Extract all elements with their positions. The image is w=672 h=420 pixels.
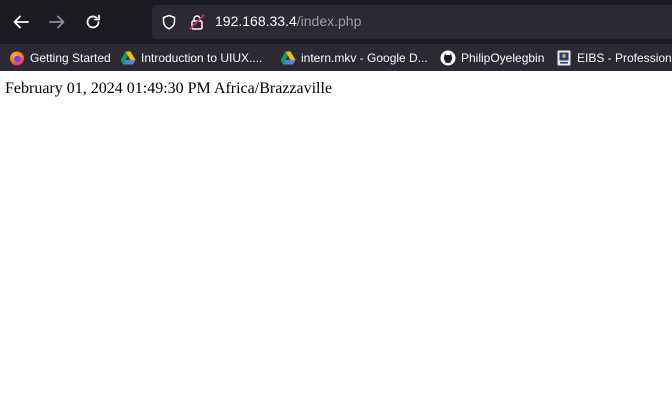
google-drive-icon <box>280 51 296 65</box>
browser-toolbar: 192.168.33.4/index.php <box>0 0 672 44</box>
bookmark-label: PhilipOyelegbin <box>461 51 545 65</box>
github-icon <box>440 50 456 66</box>
google-drive-icon <box>120 51 136 65</box>
back-button[interactable] <box>6 7 36 37</box>
url-host: 192.168.33.4 <box>215 13 297 29</box>
bookmark-introduction-to-uiux[interactable]: Introduction to UIUX.... <box>120 48 262 68</box>
bookmark-label: Getting Started <box>30 51 111 65</box>
bookmark-label: Introduction to UIUX.... <box>141 51 263 65</box>
reload-button[interactable] <box>78 7 108 37</box>
forward-button[interactable] <box>42 7 72 37</box>
bookmark-philipoyelegbin[interactable]: PhilipOyelegbin <box>440 48 544 68</box>
bookmark-intern-mkv[interactable]: intern.mkv - Google D... <box>280 48 428 68</box>
tracking-protection-shield-icon[interactable] <box>161 14 177 30</box>
bookmarks-toolbar: Getting Started Introduction to UIUX....… <box>0 44 672 71</box>
url-bar[interactable]: 192.168.33.4/index.php <box>152 5 672 39</box>
reload-icon <box>86 14 100 29</box>
back-arrow-icon <box>13 15 29 29</box>
date-time-text: February 01, 2024 01:49:30 PM Africa/Bra… <box>5 80 333 97</box>
bookmark-eibs-professional[interactable]: EIBS - Professional <box>556 48 672 68</box>
bookmark-getting-started[interactable]: Getting Started <box>9 48 111 68</box>
url-text[interactable]: 192.168.33.4/index.php <box>215 13 361 29</box>
page-content: February 01, 2024 01:49:30 PM Africa/Bra… <box>0 71 672 420</box>
forward-arrow-icon <box>49 15 65 29</box>
bookmark-label: EIBS - Professional <box>577 51 672 65</box>
eibs-icon <box>557 50 571 66</box>
firefox-icon <box>10 51 24 66</box>
insecure-lock-icon[interactable] <box>189 14 205 30</box>
url-path: /index.php <box>296 13 362 29</box>
bookmark-label: intern.mkv - Google D... <box>301 51 428 65</box>
